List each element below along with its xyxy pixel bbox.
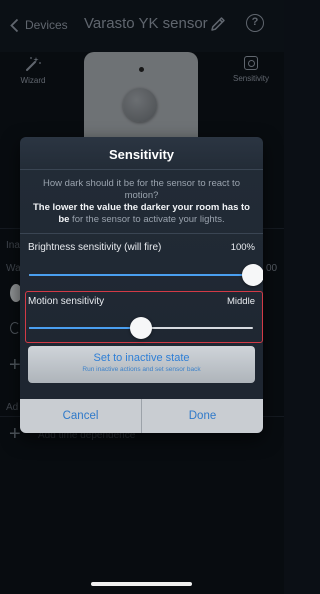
sensitivity-dialog: Sensitivity How dark should it be for th…: [20, 137, 263, 433]
brightness-value: 100%: [230, 242, 255, 253]
set-inactive-state-button[interactable]: Set to inactive state Run inactive actio…: [28, 346, 255, 383]
app-screen: Devices Varasto YK sensor ? Wizard Sensi…: [0, 0, 284, 594]
brightness-label: Brightness sensitivity (will fire): [28, 242, 162, 253]
divider: [20, 169, 263, 170]
brightness-slider-thumb[interactable]: [242, 264, 263, 286]
dialog-title: Sensitivity: [108, 147, 175, 162]
motion-value: Middle: [227, 296, 255, 307]
motion-label: Motion sensitivity: [28, 296, 105, 307]
divider: [20, 233, 263, 234]
motion-slider-thumb[interactable]: [130, 317, 152, 339]
done-button[interactable]: Done: [142, 399, 263, 433]
dialog-description: How dark should it be for the sensor to …: [28, 178, 255, 226]
brightness-slider[interactable]: [29, 274, 253, 276]
home-indicator: [91, 582, 192, 586]
brightness-slider-fill: [29, 274, 253, 276]
cancel-button[interactable]: Cancel: [20, 399, 141, 433]
description-question: How dark should it be for the sensor to …: [43, 178, 240, 201]
description-tail: for the sensor to activate your lights.: [69, 214, 225, 225]
motion-slider-fill: [29, 327, 141, 329]
set-inactive-state-sublabel: Run inactive actions and set sensor back: [82, 366, 201, 373]
set-inactive-state-label: Set to inactive state: [93, 352, 190, 364]
